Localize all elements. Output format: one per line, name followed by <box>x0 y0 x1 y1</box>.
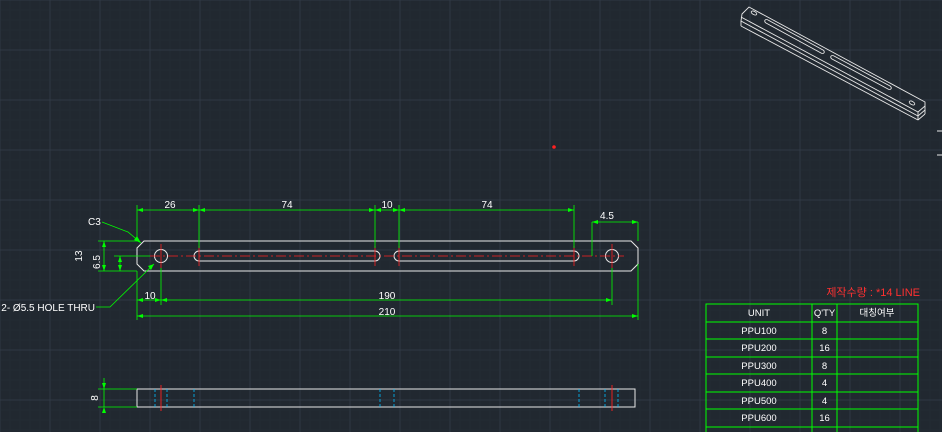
cad-model-space[interactable]: 26 74 10 74 4.5 13 6.5 10 190 210 C3 2- … <box>0 0 942 432</box>
table-header-cell: UNIT <box>748 308 770 319</box>
dim-190: 190 <box>379 291 396 302</box>
dim-210: 210 <box>379 307 396 318</box>
dim-8: 8 <box>90 395 101 401</box>
dim-6-5: 6.5 <box>92 255 103 269</box>
table-cell: PPU100 <box>741 326 776 337</box>
production-quantity-note: 제작수량 : *14 LINE <box>826 286 920 299</box>
table-cell: 8 <box>822 361 827 372</box>
dim-10-bottom: 10 <box>144 291 156 302</box>
table-cell: 16 <box>819 343 830 354</box>
table-cell: 16 <box>819 413 830 424</box>
dim-26: 26 <box>164 200 176 211</box>
table-cell: 8 <box>822 326 827 337</box>
table-cell: 4 <box>822 396 827 407</box>
table-cell: 4 <box>822 378 827 389</box>
table-cell: PPU200 <box>741 343 776 354</box>
table-header-cell: Q'TY <box>814 308 836 319</box>
dim-10-top: 10 <box>381 200 393 211</box>
hole-note: 2- Ø5.5 HOLE THRU <box>1 303 95 314</box>
table-cell: PPU500 <box>741 396 776 407</box>
table-header-cell: 대칭여부 <box>860 307 895 319</box>
table-cell: PPU600 <box>741 413 776 424</box>
dim-74-right: 74 <box>481 200 493 211</box>
red-point-marker <box>552 145 556 149</box>
dim-13: 13 <box>74 250 85 262</box>
table-cell: PPU400 <box>741 378 776 389</box>
canvas-background <box>0 0 942 432</box>
dim-74-left: 74 <box>281 200 293 211</box>
chamfer-label: C3 <box>88 217 101 228</box>
dim-4-5: 4.5 <box>600 211 614 222</box>
table-cell: PPU300 <box>741 361 776 372</box>
